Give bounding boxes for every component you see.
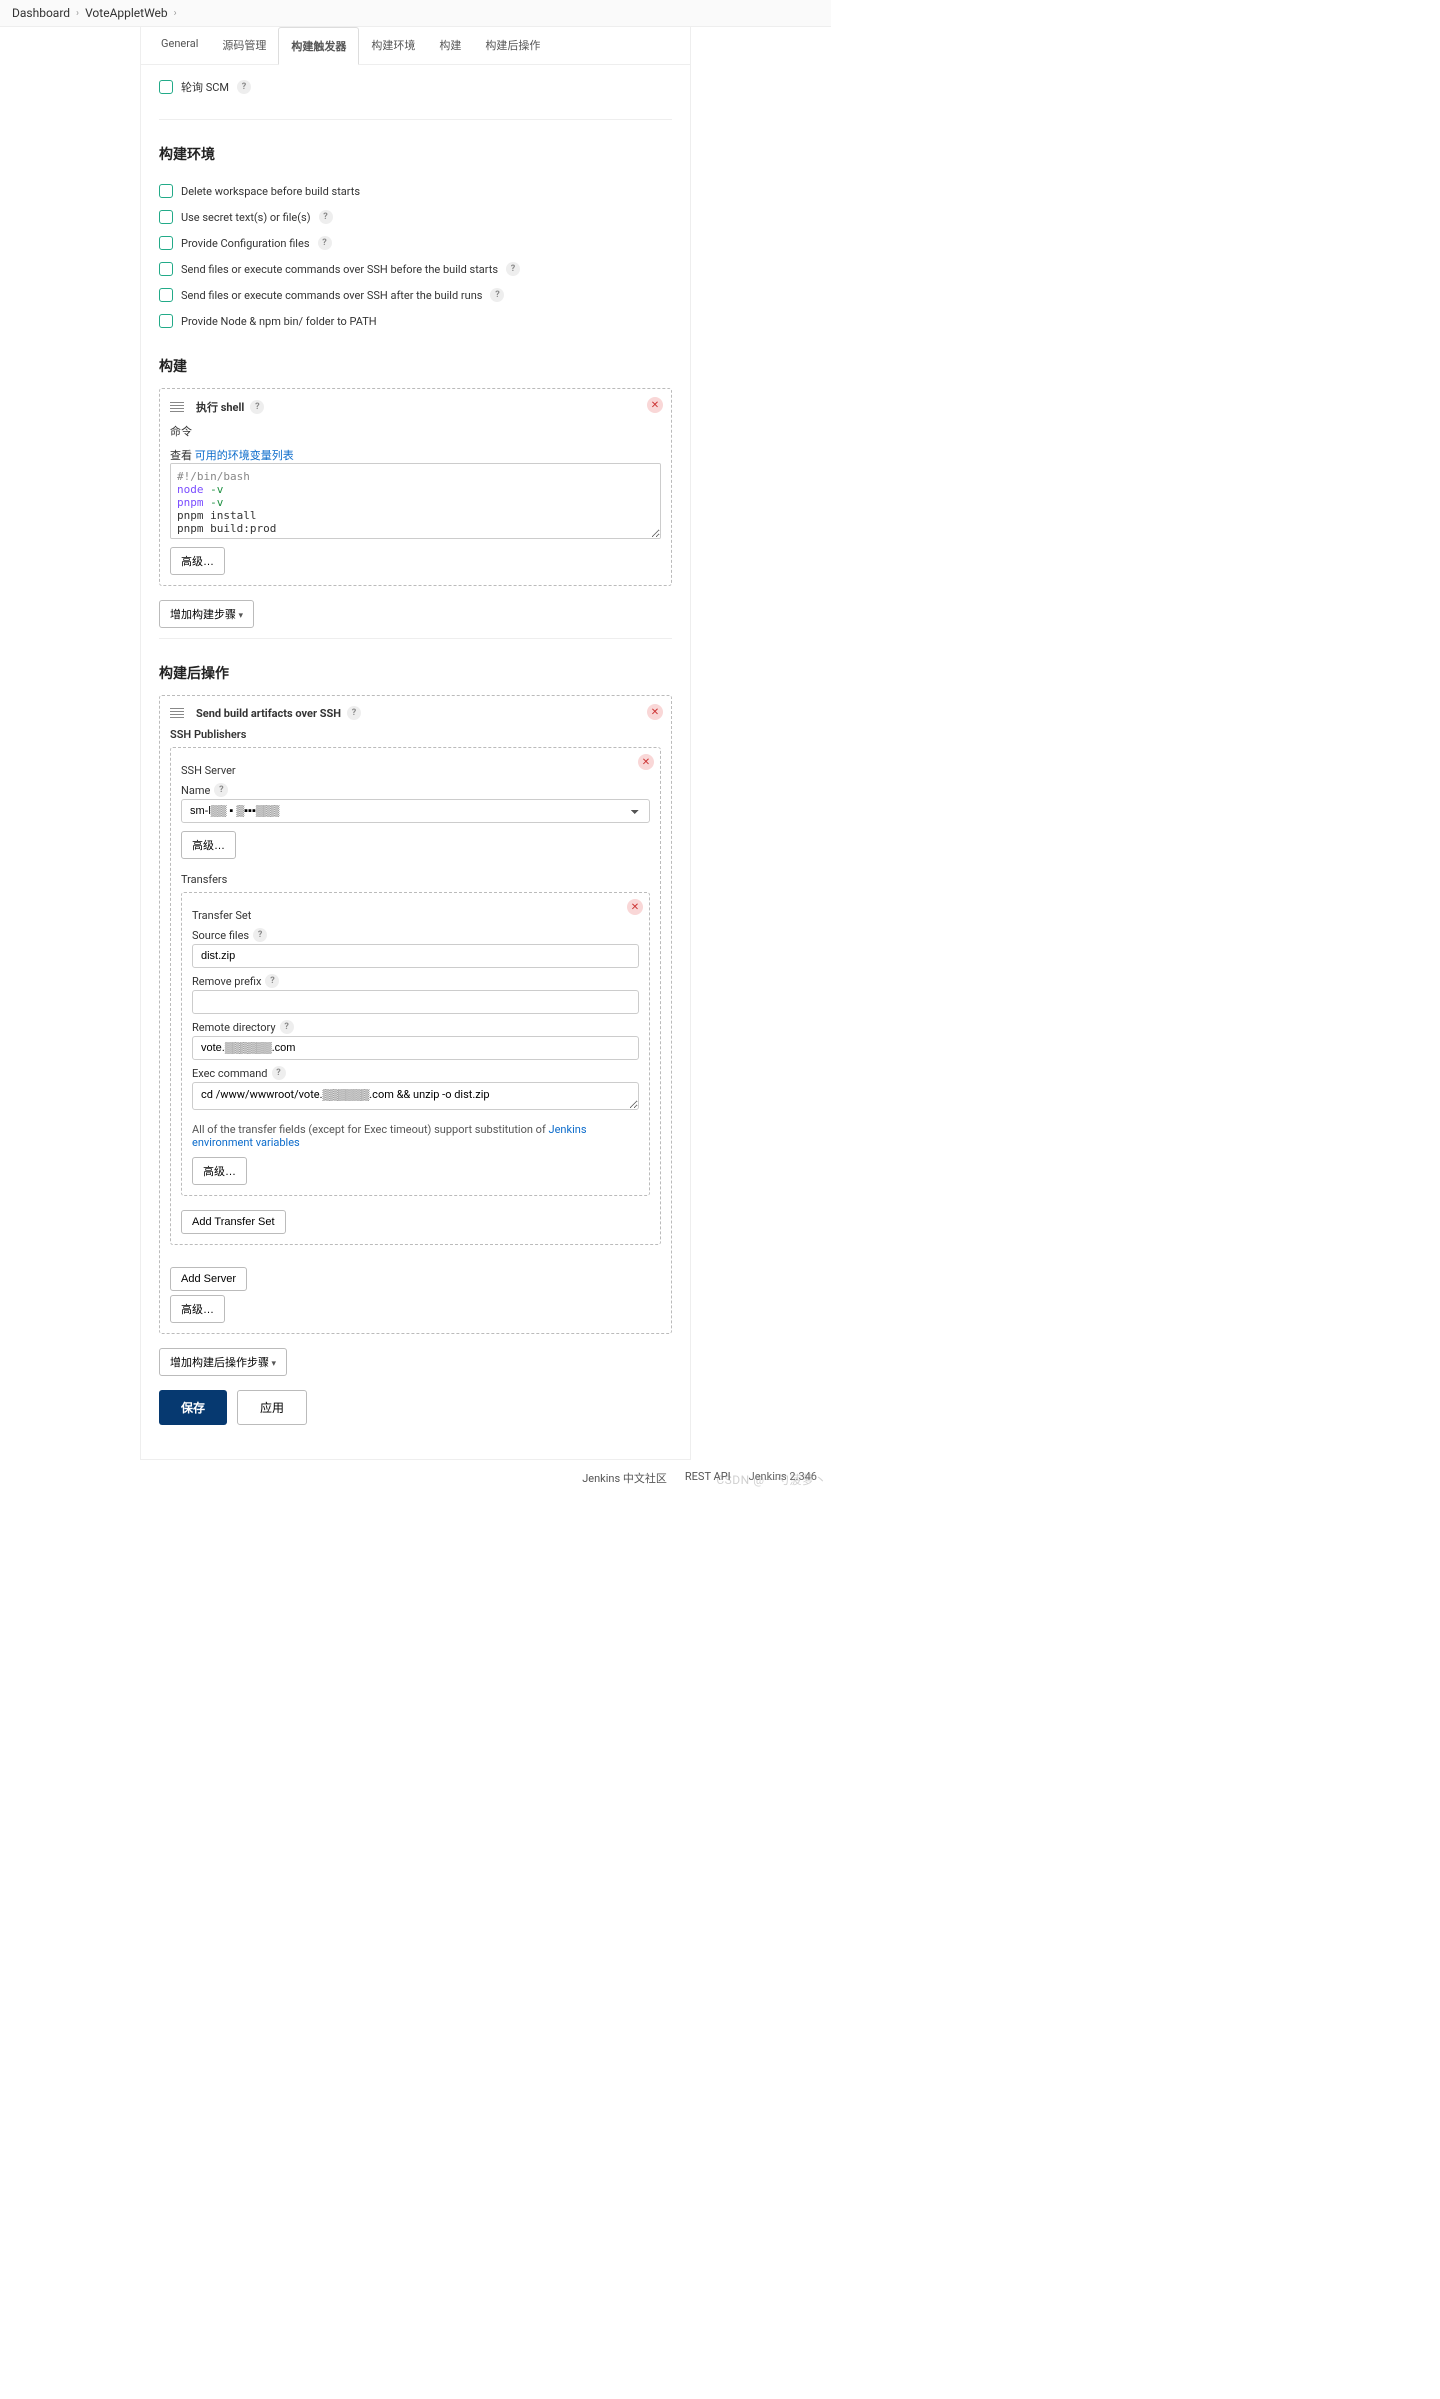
help-icon[interactable]: ? <box>272 1066 286 1080</box>
config-tabs: General 源码管理 构建触发器 构建环境 构建 构建后操作 <box>141 27 690 65</box>
remove-server-button[interactable]: ✕ <box>638 754 654 770</box>
tab-scm[interactable]: 源码管理 <box>210 27 278 64</box>
breadcrumb-project[interactable]: VoteAppletWeb <box>85 6 168 20</box>
ssh-after-label: Send files or execute commands over SSH … <box>181 289 482 302</box>
delete-workspace-label: Delete workspace before build starts <box>181 185 360 198</box>
secret-text-checkbox[interactable] <box>159 210 173 224</box>
ssh-publishers-label: SSH Publishers <box>170 728 661 741</box>
help-icon[interactable]: ? <box>319 210 333 224</box>
remove-step-button[interactable]: ✕ <box>647 397 663 413</box>
ssh-advanced-button[interactable]: 高级… <box>170 1295 225 1323</box>
poll-scm-checkbox[interactable] <box>159 80 173 94</box>
drag-handle-icon[interactable] <box>170 708 184 718</box>
config-files-label: Provide Configuration files <box>181 237 310 250</box>
remote-directory-label: Remote directory <box>192 1021 276 1034</box>
secret-text-label: Use secret text(s) or file(s) <box>181 211 311 224</box>
divider <box>159 119 672 120</box>
ssh-before-checkbox[interactable] <box>159 262 173 276</box>
help-icon[interactable]: ? <box>250 400 264 414</box>
help-icon[interactable]: ? <box>214 783 228 797</box>
breadcrumb-dashboard[interactable]: Dashboard <box>12 6 70 20</box>
exec-command-label: Exec command <box>192 1067 268 1080</box>
help-icon[interactable]: ? <box>237 80 251 94</box>
see-label: 查看 <box>170 449 192 462</box>
server-name-label: Name <box>181 784 210 797</box>
save-button[interactable]: 保存 <box>159 1390 227 1425</box>
transfer-advanced-button[interactable]: 高级… <box>192 1157 247 1185</box>
node-npm-label: Provide Node & npm bin/ folder to PATH <box>181 315 377 328</box>
breadcrumb: Dashboard › VoteAppletWeb › <box>0 0 831 27</box>
source-files-label: Source files <box>192 929 249 942</box>
help-icon[interactable]: ? <box>280 1020 294 1034</box>
help-icon[interactable]: ? <box>347 706 361 720</box>
server-advanced-button[interactable]: 高级… <box>181 831 236 859</box>
config-files-checkbox[interactable] <box>159 236 173 250</box>
exec-command-input[interactable]: cd /www/wwwroot/vote.▒▒▒▒▒▒.com && unzip… <box>192 1082 639 1110</box>
build-section-title: 构建 <box>141 342 690 382</box>
tab-build[interactable]: 构建 <box>427 27 473 64</box>
tab-triggers[interactable]: 构建触发器 <box>278 27 359 65</box>
apply-button[interactable]: 应用 <box>237 1390 307 1425</box>
help-icon[interactable]: ? <box>506 262 520 276</box>
remove-transfer-button[interactable]: ✕ <box>627 899 643 915</box>
shell-step-title: 执行 shell <box>196 399 244 415</box>
transfers-label: Transfers <box>181 873 650 886</box>
tab-post[interactable]: 构建后操作 <box>473 27 552 64</box>
env-section-title: 构建环境 <box>141 130 690 170</box>
ssh-server-box: ✕ SSH Server Name ? sm-l▒▒ ▪ ▒▪▪▪▒▒▒ 高级…… <box>170 747 661 1245</box>
help-icon[interactable]: ? <box>265 974 279 988</box>
remove-step-button[interactable]: ✕ <box>647 704 663 720</box>
chevron-right-icon: › <box>76 8 79 19</box>
footer: Jenkins 中文社区 REST API Jenkins 2.346 <box>0 1460 831 1490</box>
help-icon[interactable]: ? <box>490 288 504 302</box>
add-server-button[interactable]: Add Server <box>170 1267 247 1291</box>
delete-workspace-checkbox[interactable] <box>159 184 173 198</box>
shell-advanced-button[interactable]: 高级… <box>170 547 225 575</box>
tab-general[interactable]: General <box>149 27 210 64</box>
chevron-right-icon: › <box>174 8 177 19</box>
ssh-after-checkbox[interactable] <box>159 288 173 302</box>
ssh-step-title: Send build artifacts over SSH <box>196 707 341 720</box>
help-icon[interactable]: ? <box>253 928 267 942</box>
server-name-select[interactable]: sm-l▒▒ ▪ ▒▪▪▪▒▒▒ <box>181 799 650 823</box>
source-files-input[interactable] <box>192 944 639 968</box>
env-vars-link[interactable]: 可用的环境变量列表 <box>195 449 294 462</box>
transfer-note: All of the transfer fields (except for E… <box>192 1123 549 1136</box>
ssh-before-label: Send files or execute commands over SSH … <box>181 263 498 276</box>
watermark: CSDN @一勺菠萝丶 <box>716 1471 827 1488</box>
ssh-server-label: SSH Server <box>181 764 650 777</box>
node-npm-checkbox[interactable] <box>159 314 173 328</box>
poll-scm-label: 轮询 SCM <box>181 79 229 95</box>
remove-prefix-label: Remove prefix <box>192 975 261 988</box>
build-step-shell: 执行 shell ? ✕ 命令 查看 可用的环境变量列表 #!/bin/bash… <box>159 388 672 586</box>
help-icon[interactable]: ? <box>318 236 332 250</box>
remove-prefix-input[interactable] <box>192 990 639 1014</box>
post-step-ssh-artifacts: Send build artifacts over SSH ? ✕ SSH Pu… <box>159 695 672 1334</box>
add-transfer-set-button[interactable]: Add Transfer Set <box>181 1210 286 1234</box>
add-build-step-button[interactable]: 增加构建步骤 <box>159 600 254 628</box>
post-section-title: 构建后操作 <box>141 649 690 689</box>
shell-command-textarea[interactable]: #!/bin/bash node -v pnpm -v pnpm install… <box>170 463 661 539</box>
tab-env[interactable]: 构建环境 <box>359 27 427 64</box>
add-post-build-step-button[interactable]: 增加构建后操作步骤 <box>159 1348 287 1376</box>
command-label: 命令 <box>170 423 661 439</box>
footer-community-link[interactable]: Jenkins 中文社区 <box>582 1470 667 1486</box>
divider <box>159 638 672 639</box>
transfer-set-box: ✕ Transfer Set Source files ? Remove pre… <box>181 892 650 1196</box>
drag-handle-icon[interactable] <box>170 402 184 412</box>
transfer-set-label: Transfer Set <box>192 909 639 922</box>
remote-directory-input[interactable] <box>192 1036 639 1060</box>
